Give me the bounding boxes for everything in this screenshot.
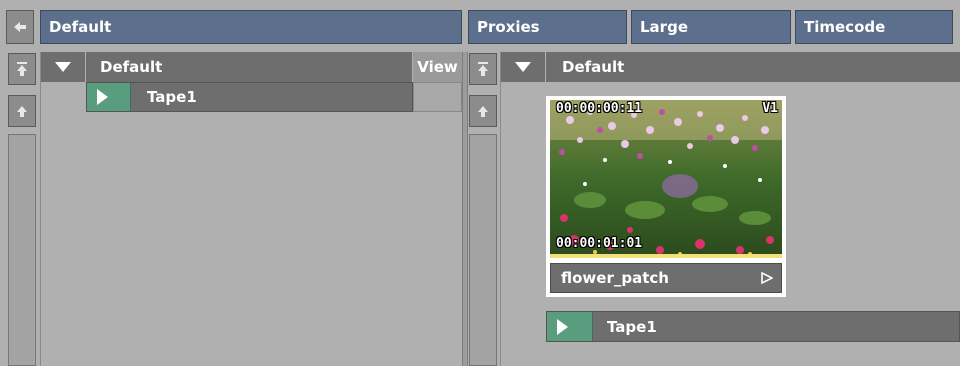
back-button[interactable]: [6, 10, 34, 44]
flower-image: [550, 100, 782, 258]
arrow-up-icon: [478, 106, 488, 117]
display-mode-selector[interactable]: Timecode: [795, 10, 953, 44]
left-tape-play-button[interactable]: [87, 83, 131, 111]
clip-name-bar[interactable]: flower_patch: [550, 263, 782, 293]
proxies-button[interactable]: Proxies: [468, 10, 627, 44]
scroll-to-top-button[interactable]: [8, 53, 36, 85]
left-tape-label: Tape1: [147, 88, 197, 106]
arrow-up-icon: [17, 106, 27, 117]
view-button[interactable]: View: [413, 52, 462, 82]
left-tape-row[interactable]: Tape1: [86, 82, 413, 112]
left-header-label: Default: [100, 58, 163, 76]
left-expand-toggle[interactable]: [41, 52, 85, 82]
timecode-in: 00:00:00:11: [556, 101, 643, 116]
clip-card[interactable]: 00:00:00:11 V1 00:00:01:01 flower_patch: [546, 96, 786, 297]
open-triangle-icon[interactable]: [761, 272, 773, 284]
left-header: Default: [86, 52, 412, 82]
expand-triangle-icon: [515, 62, 531, 72]
right-scrollbar-track[interactable]: [469, 134, 497, 366]
right-scroll-up-button[interactable]: [469, 95, 497, 127]
right-panel-divider: [500, 52, 501, 366]
right-tape-play-button[interactable]: [547, 312, 593, 341]
view-label: View: [417, 58, 458, 76]
scroll-up-button[interactable]: [8, 95, 36, 127]
right-header-label: Default: [562, 58, 625, 76]
jump-top-icon: [478, 62, 488, 76]
panel-splitter[interactable]: [462, 52, 468, 366]
right-tape-row[interactable]: Tape1: [546, 311, 960, 342]
right-expand-toggle[interactable]: [501, 52, 545, 82]
left-panel-divider: [40, 52, 41, 366]
library-label: Default: [49, 18, 112, 36]
play-icon: [97, 89, 108, 105]
right-header: Default: [546, 52, 960, 82]
size-label: Large: [640, 18, 688, 36]
proxies-label: Proxies: [477, 18, 540, 36]
size-selector[interactable]: Large: [631, 10, 791, 44]
track-badge: V1: [762, 101, 778, 116]
arrow-left-icon: [14, 22, 26, 32]
play-icon: [557, 318, 568, 335]
display-mode-label: Timecode: [804, 18, 886, 36]
left-scrollbar-track[interactable]: [8, 134, 36, 366]
clip-name: flower_patch: [561, 269, 669, 287]
right-scroll-to-top-button[interactable]: [469, 53, 497, 85]
jump-top-icon: [17, 62, 27, 76]
timecode-out: 00:00:01:01: [556, 236, 643, 251]
library-selector[interactable]: Default: [40, 10, 462, 44]
clip-thumbnail[interactable]: 00:00:00:11 V1 00:00:01:01: [550, 100, 782, 258]
right-tape-label: Tape1: [607, 317, 657, 336]
expand-triangle-icon: [55, 62, 71, 72]
left-tape-row-tail: [413, 82, 462, 112]
